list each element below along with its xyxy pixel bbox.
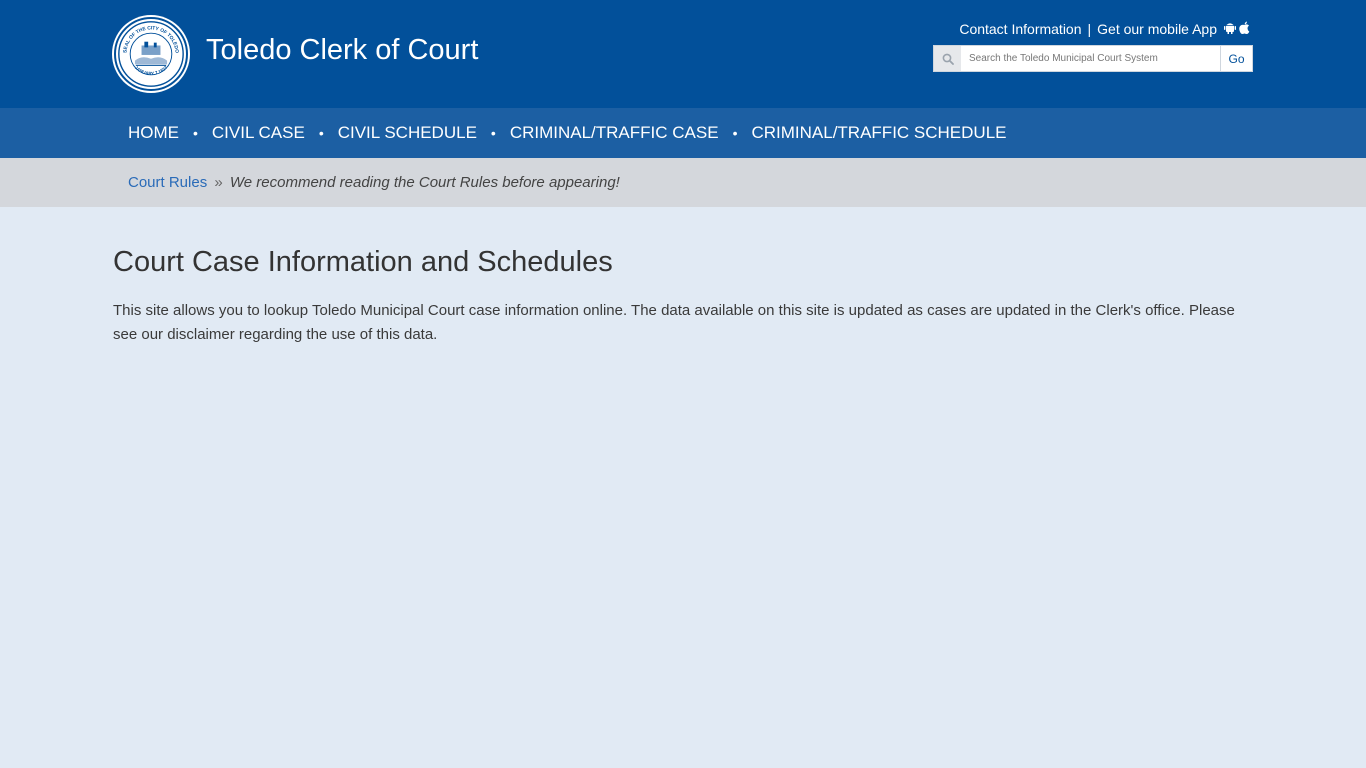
nav-separator: • — [193, 125, 198, 141]
nav-item-criminal-traffic-schedule[interactable]: CRIMINAL/TRAFFIC SCHEDULE — [751, 123, 1006, 143]
search-icon — [934, 46, 961, 71]
nav-item-civil-case[interactable]: CIVIL CASE — [212, 123, 305, 143]
main-nav: HOME • CIVIL CASE • CIVIL SCHEDULE • CRI… — [0, 108, 1366, 158]
breadcrumb-separator: » — [214, 174, 223, 191]
link-separator: | — [1087, 21, 1092, 37]
main-content: Court Case Information and Schedules Thi… — [113, 246, 1243, 347]
intro-paragraph: This site allows you to lookup Toledo Mu… — [113, 302, 1235, 343]
android-icon[interactable] — [1224, 21, 1236, 37]
utility-links: Contact Information | Get our mobile App — [959, 21, 1250, 37]
nav-item-criminal-traffic-case[interactable]: CRIMINAL/TRAFFIC CASE — [510, 123, 719, 143]
apple-icon[interactable] — [1239, 21, 1250, 37]
mobile-app-link[interactable]: Get our mobile App — [1097, 21, 1217, 37]
nav-item-civil-schedule[interactable]: CIVIL SCHEDULE — [338, 123, 477, 143]
nav-item-home[interactable]: HOME — [128, 123, 179, 143]
contact-information-link[interactable]: Contact Information — [959, 21, 1081, 37]
breadcrumb: Court Rules » We recommend reading the C… — [0, 158, 1366, 207]
search-go-button[interactable]: Go — [1220, 46, 1252, 71]
nav-separator: • — [490, 125, 496, 141]
site-search: Go — [933, 45, 1253, 72]
nav-separator: • — [318, 125, 324, 141]
site-title[interactable]: Toledo Clerk of Court — [206, 34, 478, 67]
nav-separator: • — [732, 125, 738, 141]
breadcrumb-note: We recommend reading the Court Rules bef… — [229, 174, 620, 191]
search-input[interactable] — [961, 46, 1220, 71]
site-header: SEAL OF THE CITY OF TOLEDO JANUARY 7 183… — [0, 0, 1366, 108]
city-seal-logo[interactable]: SEAL OF THE CITY OF TOLEDO JANUARY 7 183… — [114, 17, 188, 91]
page-title: Court Case Information and Schedules — [113, 246, 613, 278]
court-rules-link[interactable]: Court Rules — [128, 174, 207, 191]
